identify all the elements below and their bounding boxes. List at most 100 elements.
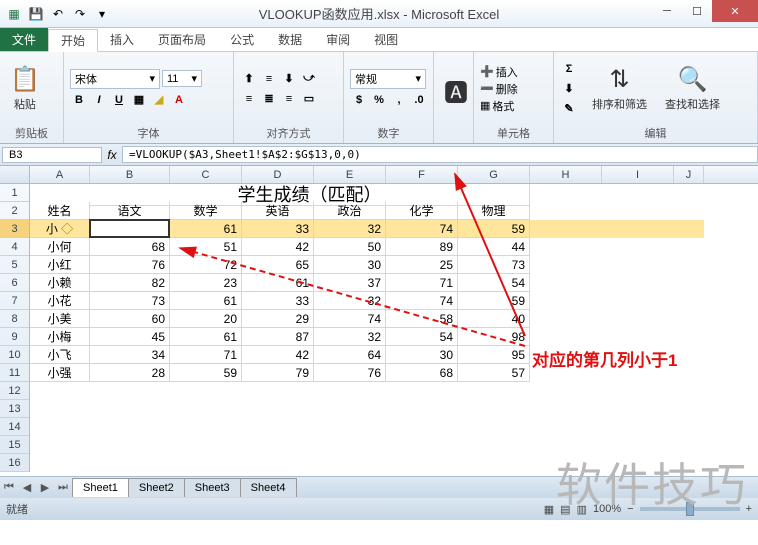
align-bottom-icon[interactable]: ⬇ <box>280 70 298 88</box>
cell[interactable]: 小美 <box>30 310 90 328</box>
merge-icon[interactable]: ▭ <box>300 90 318 108</box>
cell[interactable]: 32 <box>314 220 386 238</box>
tab-review[interactable]: 审阅 <box>314 28 362 51</box>
cell[interactable]: 59 <box>458 292 530 310</box>
cell[interactable]: 51 <box>170 238 242 256</box>
tab-insert[interactable]: 插入 <box>98 28 146 51</box>
cell[interactable]: 61 <box>170 292 242 310</box>
cell[interactable]: 98 <box>458 328 530 346</box>
tab-view[interactable]: 视图 <box>362 28 410 51</box>
comma-icon[interactable]: , <box>390 91 408 109</box>
cell[interactable]: 33 <box>242 292 314 310</box>
cell[interactable]: 45 <box>90 328 170 346</box>
cell[interactable]: 74 <box>386 292 458 310</box>
cell[interactable]: 34 <box>90 346 170 364</box>
sheet-tab[interactable]: Sheet2 <box>128 478 185 497</box>
currency-icon[interactable]: $ <box>350 91 368 109</box>
fill-color-button[interactable]: ◢ <box>150 91 168 109</box>
cell[interactable]: 54 <box>386 328 458 346</box>
fx-icon[interactable]: fx <box>102 148 122 162</box>
minimize-button[interactable]: ─ <box>652 0 682 22</box>
tab-layout[interactable]: 页面布局 <box>146 28 218 51</box>
sheet-tab[interactable]: Sheet4 <box>240 478 297 497</box>
zoom-level[interactable]: 100% <box>593 503 621 515</box>
name-box[interactable]: B3 <box>2 147 102 163</box>
cell[interactable]: 物理 <box>458 202 530 220</box>
align-top-icon[interactable]: ⬆ <box>240 70 258 88</box>
cell[interactable]: 小何 <box>30 238 90 256</box>
column-header[interactable]: I <box>602 166 674 183</box>
underline-button[interactable]: U <box>110 91 128 109</box>
row-header[interactable]: 7 <box>0 292 29 310</box>
cell[interactable]: 61 <box>170 328 242 346</box>
cell[interactable]: 37 <box>314 274 386 292</box>
sheet-tab[interactable]: Sheet3 <box>184 478 241 497</box>
cell[interactable]: 32 <box>314 292 386 310</box>
row-header[interactable]: 9 <box>0 328 29 346</box>
cell[interactable]: 小 ◇ <box>30 220 90 238</box>
font-size-combo[interactable]: 11▾ <box>162 70 202 87</box>
cell[interactable]: 79 <box>242 364 314 382</box>
select-all-corner[interactable] <box>0 166 30 183</box>
autosum-icon[interactable]: Σ <box>560 60 578 78</box>
border-button[interactable]: ▦ <box>130 91 148 109</box>
cell[interactable]: 76 <box>90 256 170 274</box>
cell[interactable]: 42 <box>242 346 314 364</box>
inc-decimal-icon[interactable]: .0 <box>410 91 428 109</box>
view-layout-icon[interactable]: ▤ <box>560 503 570 516</box>
qat-dropdown-icon[interactable]: ▾ <box>92 4 112 24</box>
row-header[interactable]: 16 <box>0 454 29 472</box>
row-header[interactable]: 10 <box>0 346 29 364</box>
column-header[interactable]: H <box>530 166 602 183</box>
undo-icon[interactable]: ↶ <box>48 4 68 24</box>
cell[interactable]: 数学 <box>170 202 242 220</box>
column-header[interactable]: J <box>674 166 704 183</box>
column-header[interactable]: C <box>170 166 242 183</box>
delete-cells-button[interactable]: ➖删除 <box>480 81 518 97</box>
column-header[interactable]: A <box>30 166 90 183</box>
cell[interactable]: 61 <box>170 220 242 238</box>
cell[interactable]: 小飞 <box>30 346 90 364</box>
cell[interactable]: 76 <box>314 364 386 382</box>
cell[interactable]: 72 <box>170 256 242 274</box>
save-icon[interactable]: 💾 <box>26 4 46 24</box>
cell[interactable]: 小红 <box>30 256 90 274</box>
cell[interactable]: 33 <box>242 220 314 238</box>
column-header[interactable]: F <box>386 166 458 183</box>
format-cells-button[interactable]: ▦格式 <box>480 98 518 114</box>
cell[interactable]: 语文 <box>90 202 170 220</box>
cell[interactable]: 95 <box>458 346 530 364</box>
percent-icon[interactable]: % <box>370 91 388 109</box>
cell[interactable]: 小赖 <box>30 274 90 292</box>
cell[interactable]: 小梅 <box>30 328 90 346</box>
align-right-icon[interactable]: ≡ <box>280 90 298 108</box>
fill-icon[interactable]: ⬇ <box>560 80 578 98</box>
row-header[interactable]: 12 <box>0 382 29 400</box>
maximize-button[interactable]: ☐ <box>682 0 712 22</box>
cell[interactable]: 60 <box>90 310 170 328</box>
styles-button[interactable]: 🅰 <box>440 71 472 110</box>
close-button[interactable]: ✕ <box>712 0 758 22</box>
paste-button[interactable]: 📋 粘贴 <box>6 63 44 114</box>
bold-button[interactable]: B <box>70 91 88 109</box>
row-header[interactable]: 13 <box>0 400 29 418</box>
cell[interactable]: 87 <box>242 328 314 346</box>
sheet-tab[interactable]: Sheet1 <box>72 478 129 497</box>
first-sheet-icon[interactable]: ⏮ <box>0 481 18 494</box>
column-header[interactable]: B <box>90 166 170 183</box>
row-header[interactable]: 2 <box>0 202 29 220</box>
orientation-icon[interactable]: ⤻ <box>300 70 318 88</box>
row-header[interactable]: 3 <box>0 220 29 238</box>
cell[interactable]: 32 <box>314 328 386 346</box>
align-center-icon[interactable]: ≣ <box>260 90 278 108</box>
cell[interactable]: 42 <box>242 238 314 256</box>
excel-icon[interactable]: ▦ <box>4 4 24 24</box>
font-name-combo[interactable]: 宋体▾ <box>70 69 160 89</box>
row-header[interactable]: 11 <box>0 364 29 382</box>
row-header[interactable]: 6 <box>0 274 29 292</box>
cell[interactable]: 政治 <box>314 202 386 220</box>
view-normal-icon[interactable]: ▦ <box>544 503 554 516</box>
row-header[interactable]: 1 <box>0 184 29 202</box>
cell[interactable]: 23 <box>170 274 242 292</box>
last-sheet-icon[interactable]: ⏭ <box>54 481 72 494</box>
